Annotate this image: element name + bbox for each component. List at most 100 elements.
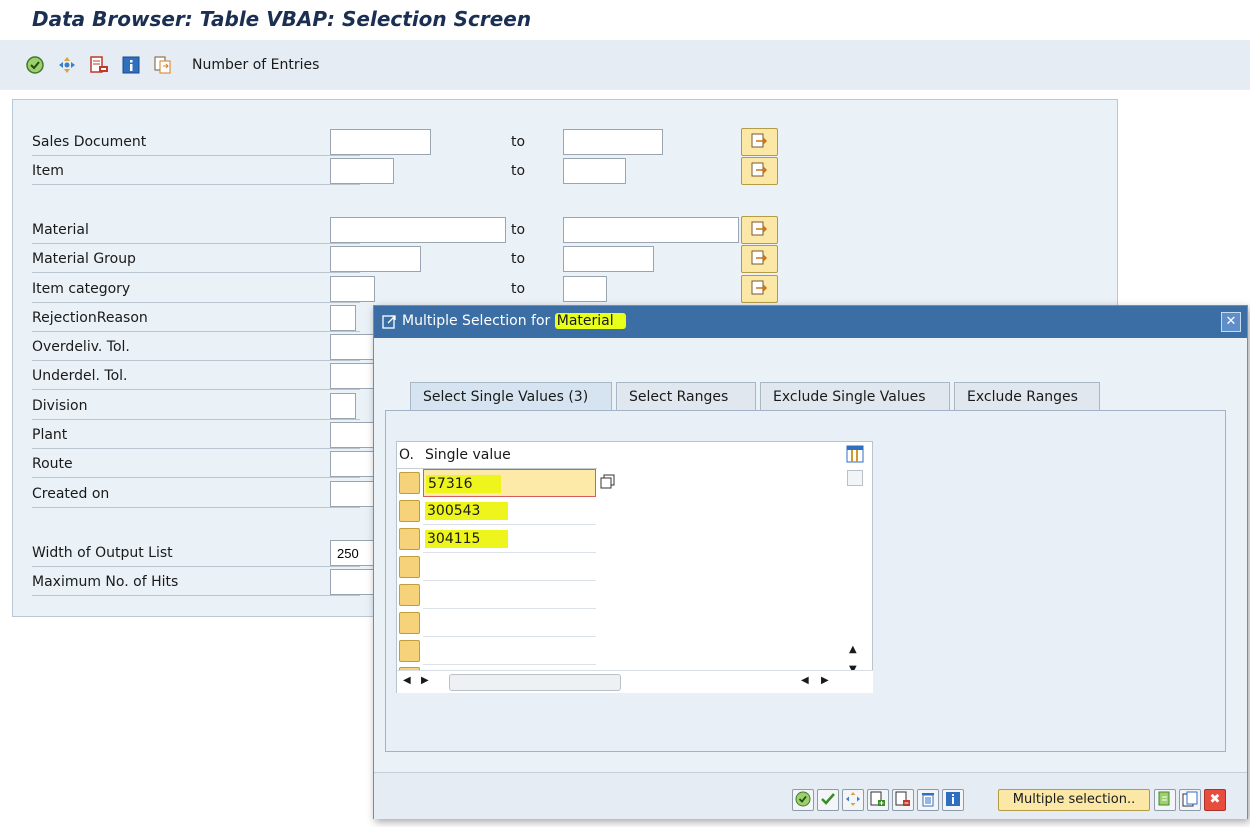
single-value-cell[interactable] (423, 609, 596, 637)
to-label: to (511, 281, 526, 297)
dialog-title-bar: Multiple Selection for Material ✕ (374, 306, 1247, 338)
column-header-single-value[interactable]: Single value (425, 447, 511, 463)
tab-exclude-ranges[interactable]: Exclude Ranges (954, 382, 1100, 410)
execute-icon[interactable] (24, 54, 46, 76)
copy-check-icon[interactable] (817, 789, 839, 811)
row-select-button[interactable] (399, 472, 420, 494)
scroll-right-icon[interactable]: ▶ (821, 675, 829, 686)
tab-exclude-single-values[interactable]: Exclude Single Values (760, 382, 950, 410)
table-row[interactable]: 57316 (397, 469, 873, 497)
tab-select-single-values[interactable]: Select Single Values (3) (410, 382, 612, 412)
multiple-selection-icon[interactable] (152, 54, 174, 76)
number-of-entries-button[interactable]: Number of Entries (192, 57, 319, 73)
sales-document-to-input[interactable] (563, 129, 663, 155)
field-label: Item category (32, 281, 131, 297)
table-row[interactable] (397, 553, 873, 581)
overdeliv-tol-input[interactable] (330, 334, 374, 360)
item-from-input[interactable] (330, 158, 394, 184)
multiple-selection-button[interactable] (741, 245, 778, 273)
delete-line-icon[interactable] (892, 789, 914, 811)
plant-input[interactable] (330, 422, 374, 448)
value-help-icon[interactable] (600, 474, 616, 494)
column-header-option[interactable]: O. (399, 447, 414, 463)
scroll-thumb[interactable] (449, 674, 621, 691)
item-to-input[interactable] (563, 158, 626, 184)
field-label: RejectionReason (32, 310, 148, 326)
delete-selection-icon[interactable] (88, 54, 110, 76)
table-row[interactable] (397, 637, 873, 665)
row-rejection-reason: RejectionReason (32, 306, 360, 332)
selection-options-icon[interactable] (842, 789, 864, 811)
row-select-button[interactable] (399, 612, 420, 634)
table-row[interactable] (397, 609, 873, 637)
dialog-window-icon (382, 314, 398, 334)
single-value-cell[interactable] (423, 581, 596, 609)
row-select-button[interactable] (399, 500, 420, 522)
field-label: Maximum No. of Hits (32, 574, 179, 590)
row-select-button[interactable] (399, 556, 420, 578)
scroll-left-icon[interactable]: ◀ (801, 675, 809, 686)
horizontal-scrollbar[interactable]: ◀ ▶ ◀ ▶ (397, 670, 873, 693)
to-label: to (511, 134, 526, 150)
material-from-input[interactable] (330, 217, 506, 243)
tab-select-ranges[interactable]: Select Ranges (616, 382, 756, 410)
execute-icon[interactable] (792, 789, 814, 811)
single-value-cell[interactable]: 57316 (423, 469, 596, 497)
cancel-icon[interactable]: ✖ (1204, 789, 1226, 811)
vertical-scrollbar[interactable]: ▲ ▼ (844, 468, 866, 678)
single-value-cell[interactable]: 304115 (423, 525, 596, 553)
row-select-button[interactable] (399, 584, 420, 606)
underdel-tol-input[interactable] (330, 363, 374, 389)
import-from-text-icon[interactable] (1154, 789, 1176, 811)
multiple-selection-button[interactable] (741, 128, 778, 156)
table-row[interactable]: 304115 (397, 525, 873, 553)
single-value-cell[interactable] (423, 637, 596, 665)
field-label: Route (32, 456, 73, 472)
row-width-output-list: Width of Output List (32, 541, 360, 567)
material-group-from-input[interactable] (330, 246, 421, 272)
field-label: Created on (32, 486, 110, 502)
material-to-input[interactable] (563, 217, 739, 243)
created-on-input[interactable] (330, 481, 374, 507)
scroll-thumb[interactable] (847, 470, 863, 486)
upload-clipboard-icon[interactable] (1179, 789, 1201, 811)
item-category-from-input[interactable] (330, 276, 375, 302)
scroll-up-icon[interactable]: ▲ (849, 644, 857, 655)
trash-icon[interactable] (917, 789, 939, 811)
division-input[interactable] (330, 393, 356, 419)
multiple-selection-button[interactable] (741, 275, 778, 303)
insert-line-icon[interactable] (867, 789, 889, 811)
multiple-selection-button[interactable]: Multiple selection.. (998, 789, 1150, 811)
page-title: Data Browser: Table VBAP: Selection Scre… (32, 7, 532, 31)
field-label: Item (32, 163, 64, 179)
width-output-list-input[interactable] (330, 540, 374, 566)
tab-strip: Select Single Values (3) Select Ranges E… (398, 382, 1226, 412)
item-category-to-input[interactable] (563, 276, 607, 302)
table-row[interactable] (397, 581, 873, 609)
rejection-reason-input[interactable] (330, 305, 356, 331)
single-value-cell[interactable]: 300543 (423, 497, 596, 525)
single-value-cell[interactable] (423, 553, 596, 581)
sales-document-from-input[interactable] (330, 129, 431, 155)
row-select-button[interactable] (399, 528, 420, 550)
material-group-to-input[interactable] (563, 246, 654, 272)
table-settings-icon[interactable] (846, 445, 864, 467)
close-icon[interactable]: ✕ (1221, 312, 1241, 332)
scroll-right-icon[interactable]: ▶ (421, 675, 429, 686)
table-row[interactable]: 300543 (397, 497, 873, 525)
row-item-category: Item category (32, 277, 360, 303)
scroll-left-icon[interactable]: ◀ (403, 675, 411, 686)
dialog-title-prefix: Multiple Selection for (402, 313, 555, 329)
to-label: to (511, 222, 526, 238)
row-max-hits: Maximum No. of Hits (32, 570, 360, 596)
field-label: Division (32, 398, 88, 414)
row-select-button[interactable] (399, 640, 420, 662)
selection-options-icon[interactable] (56, 54, 78, 76)
max-hits-input[interactable] (330, 569, 374, 595)
info-icon[interactable] (120, 54, 142, 76)
info-icon[interactable] (942, 789, 964, 811)
multiple-selection-button[interactable] (741, 157, 778, 185)
multiple-selection-button[interactable] (741, 216, 778, 244)
route-input[interactable] (330, 451, 374, 477)
row-overdeliv-tol: Overdeliv. Tol. (32, 335, 360, 361)
